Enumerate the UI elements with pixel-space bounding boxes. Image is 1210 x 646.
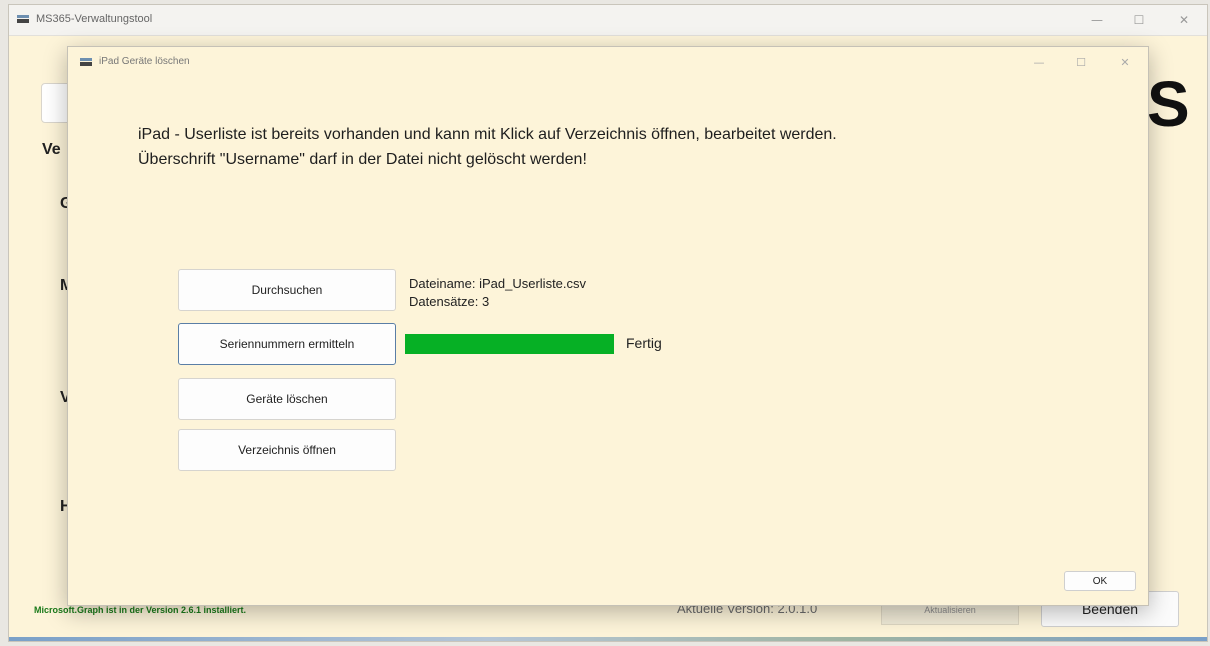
record-count-label: Datensätze: 3 [409, 294, 490, 309]
info-text-line-2: Überschrift "Username" darf in der Datei… [138, 151, 587, 168]
app-icon [80, 58, 92, 66]
dialog-title: iPad Geräte löschen [99, 56, 190, 67]
browse-button[interactable]: Durchsuchen [178, 269, 396, 311]
close-icon[interactable]: ✕ [1105, 48, 1145, 76]
dialog-titlebar: iPad Geräte löschen — ☐ ✕ [68, 47, 1148, 77]
maximize-icon[interactable]: ☐ [1061, 48, 1101, 76]
ipad-delete-dialog: iPad Geräte löschen — ☐ ✕ iPad - Userlis… [67, 46, 1149, 606]
minimize-icon[interactable]: — [1019, 48, 1059, 76]
app-icon [17, 15, 29, 23]
main-titlebar: MS365-Verwaltungstool — ☐ ✕ [9, 5, 1207, 36]
progress-bar [405, 334, 614, 354]
progress-bar-fill [405, 334, 614, 354]
graph-status-text: Microsoft.Graph ist in der Version 2.6.1… [34, 605, 247, 615]
background-heading: Ve [42, 141, 61, 158]
background-logo-letter: S [1147, 68, 1190, 140]
info-text-line-1: iPad - Userliste ist bereits vorhanden u… [138, 126, 837, 143]
delete-devices-button[interactable]: Geräte löschen [178, 378, 396, 420]
minimize-icon[interactable]: — [1077, 5, 1117, 35]
maximize-icon[interactable]: ☐ [1119, 5, 1159, 35]
ok-button[interactable]: OK [1064, 571, 1136, 591]
open-directory-button[interactable]: Verzeichnis öffnen [178, 429, 396, 471]
close-icon[interactable]: ✕ [1164, 5, 1204, 35]
get-serial-numbers-button[interactable]: Seriennummern ermitteln [178, 323, 396, 365]
progress-status: Fertig [626, 335, 662, 351]
file-name-label: Dateiname: iPad_Userliste.csv [409, 276, 587, 291]
taskbar-strip [9, 637, 1207, 641]
main-window-title: MS365-Verwaltungstool [36, 13, 153, 25]
